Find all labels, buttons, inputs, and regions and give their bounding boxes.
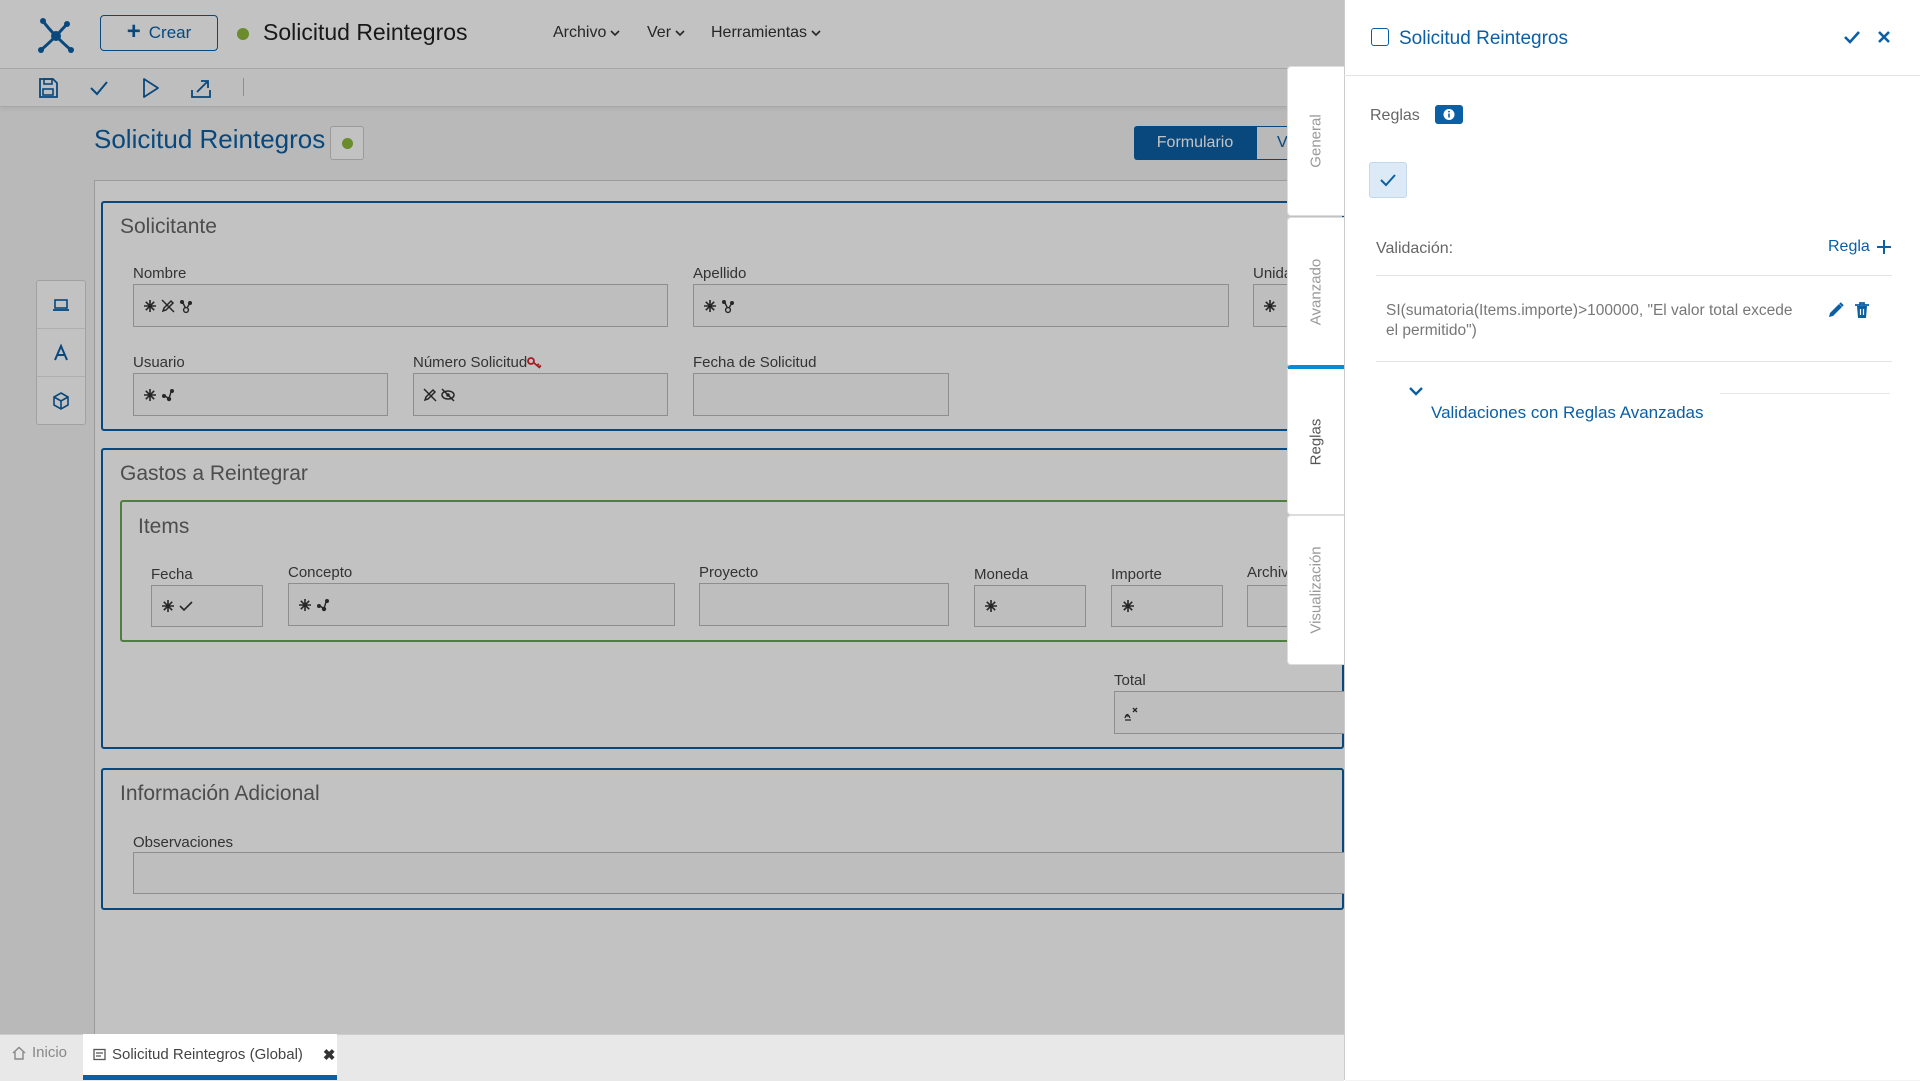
close-icon[interactable] [1875,28,1893,46]
check-icon [1380,174,1396,187]
close-icon[interactable]: ✖ [323,1046,336,1064]
vtab-avanzado-label: Avanzado [1307,258,1325,326]
add-rule-button[interactable]: Regla [1828,238,1892,256]
confirm-check-icon[interactable] [1843,28,1861,46]
form-icon [93,1048,106,1061]
divider [1376,361,1892,362]
tab-document[interactable]: Solicitud Reintegros (Global) ✖ [83,1034,337,1080]
vtab-general[interactable]: General [1287,66,1344,216]
vtab-reglas[interactable]: Reglas [1287,365,1344,515]
advanced-rules-toggle[interactable]: Validaciones con Reglas Avanzadas [1431,403,1704,423]
tab-inicio[interactable]: Inicio [12,1044,67,1061]
home-icon [12,1046,26,1060]
plus-icon [1876,240,1891,254]
modal-overlay[interactable] [0,0,1344,1080]
tab-inicio-label: Inicio [32,1044,68,1061]
validation-label: Validación: [1376,240,1454,257]
rules-label: Reglas [1370,107,1420,124]
vtab-avanzado[interactable]: Avanzado [1287,217,1344,367]
trash-icon[interactable] [1852,300,1872,320]
panel-title: Solicitud Reintegros [1399,28,1568,49]
rules-enabled-toggle[interactable] [1369,162,1407,198]
properties-panel [1344,0,1920,1080]
divider [1376,275,1892,276]
panel-checkbox[interactable] [1371,28,1389,46]
rule-expression: SI(sumatoria(Items.importe)>100000, "El … [1386,302,1793,339]
info-icon[interactable] [1435,105,1463,124]
vtab-reglas-label: Reglas [1307,418,1325,465]
vtab-visualizacion[interactable]: Visualización [1287,515,1344,665]
divider [1720,393,1890,394]
add-rule-label: Regla [1828,238,1870,255]
vtab-general-label: General [1307,114,1325,168]
pencil-icon[interactable] [1826,300,1846,320]
chevron-down-icon[interactable] [1407,382,1425,400]
vtab-visualizacion-label: Visualización [1307,546,1325,634]
tab-document-label: Solicitud Reintegros (Global) [112,1046,303,1063]
